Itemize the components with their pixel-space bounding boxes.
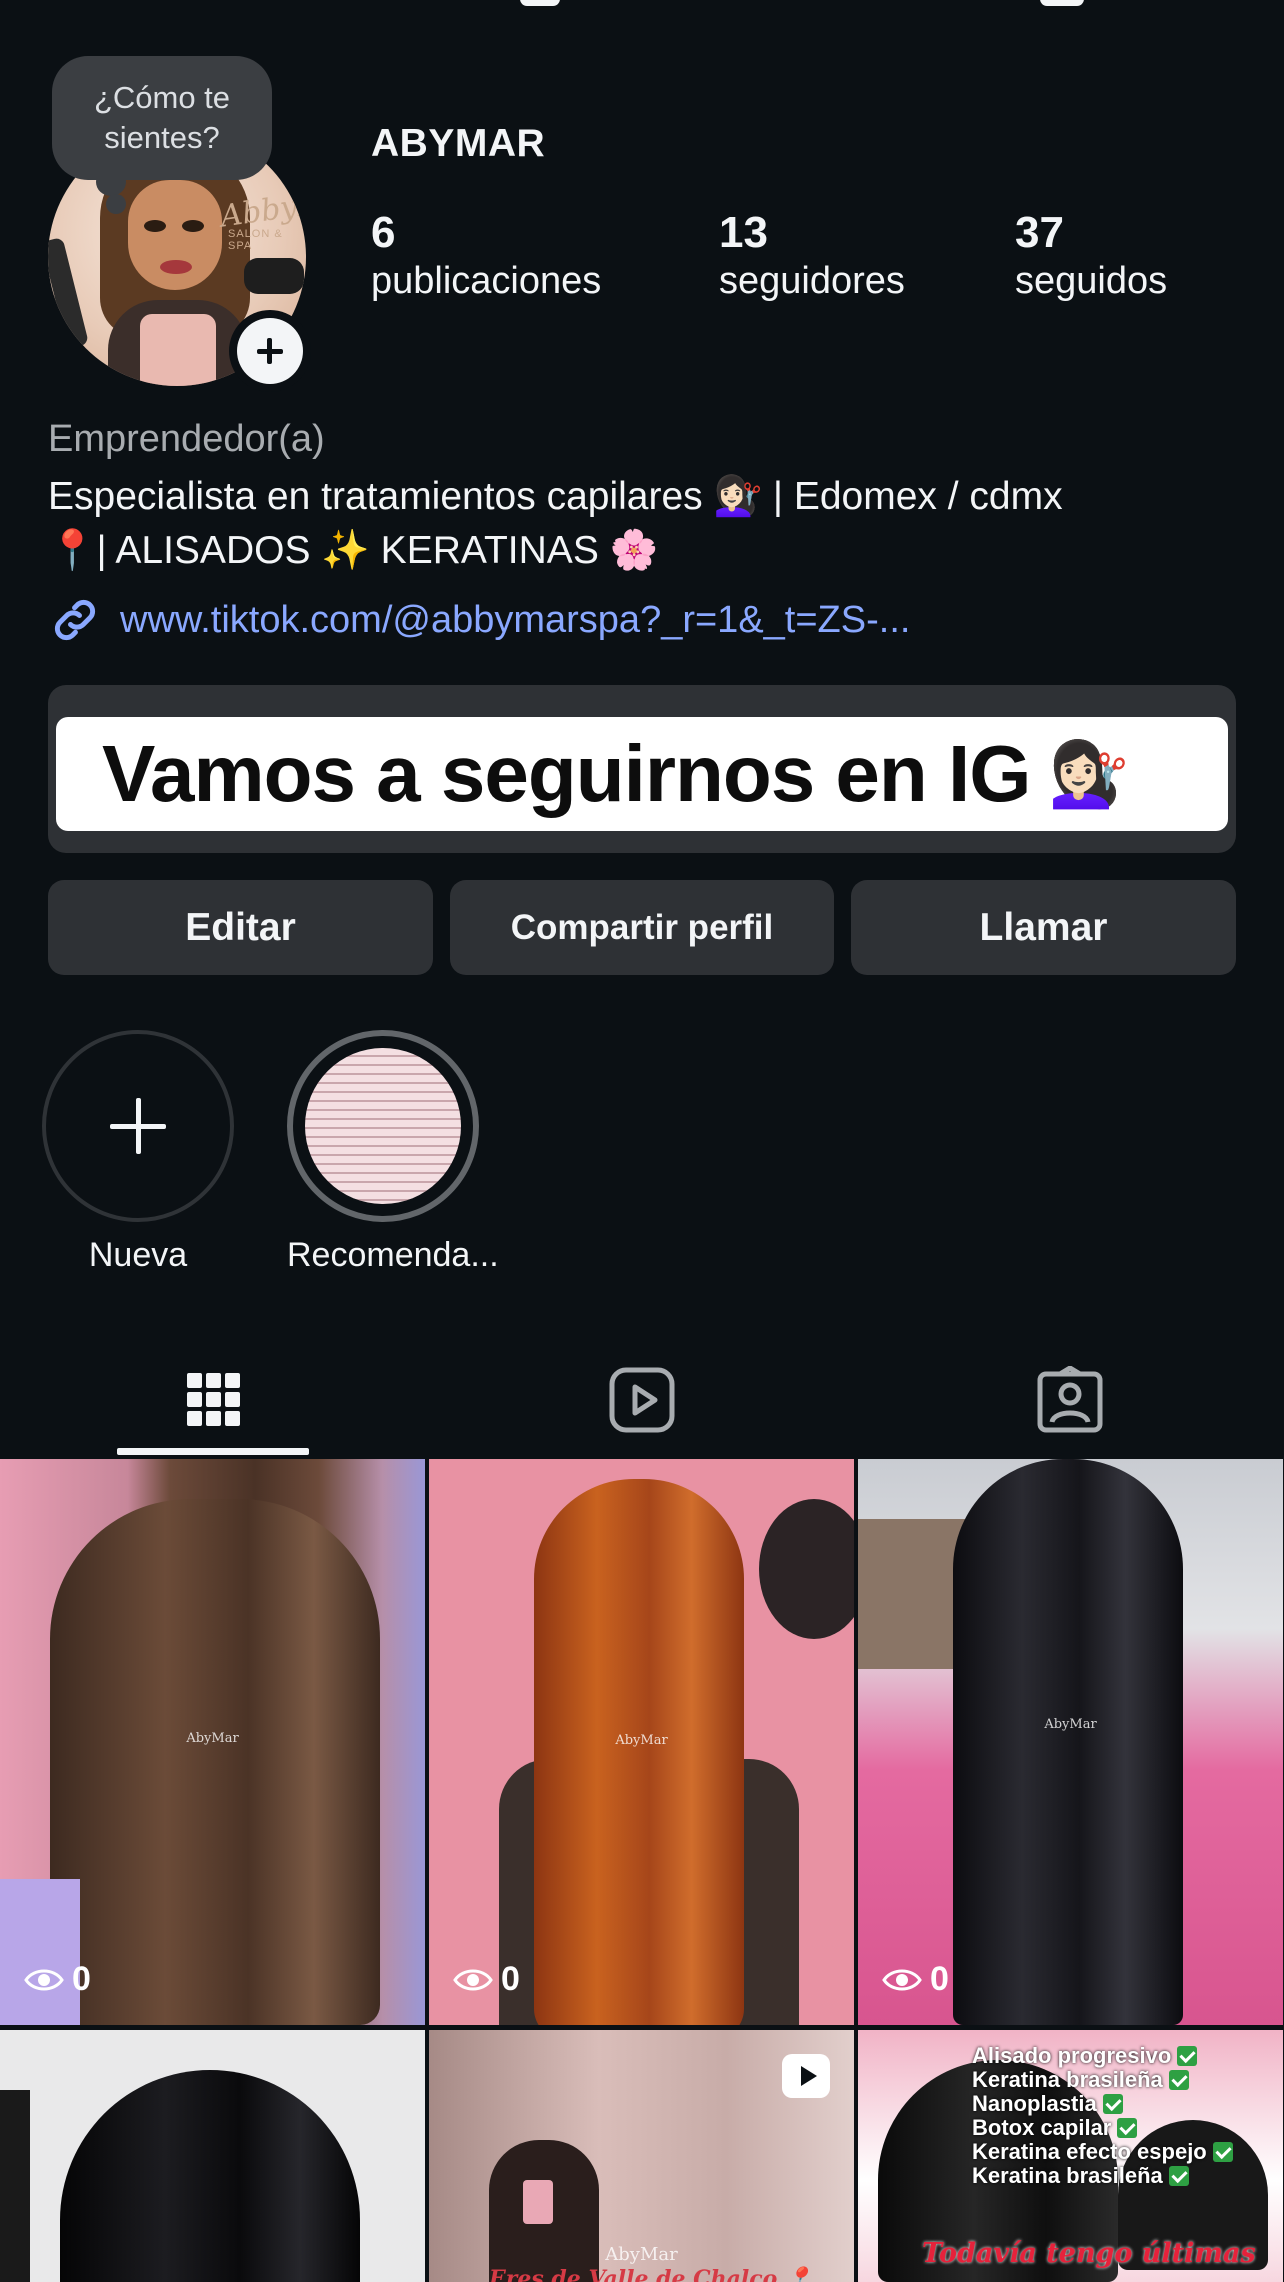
- stat-followers-value: 13: [719, 208, 768, 257]
- post-3[interactable]: AbyMar 0: [858, 1459, 1283, 2025]
- post-views-count: 0: [501, 1960, 520, 1998]
- active-tab-indicator: [117, 1448, 309, 1455]
- link-icon: [54, 599, 96, 641]
- post-5[interactable]: AbyMar Eres de Valle de Chalco 📍: [429, 2030, 854, 2282]
- plus-icon: [42, 1030, 234, 1222]
- stat-posts-label: publicaciones: [371, 260, 602, 302]
- post-shirt: [0, 1879, 80, 2025]
- highlight-label: Recomenda...: [287, 1236, 499, 1274]
- views-icon: [453, 1969, 493, 1990]
- post-watermark: AbyMar: [615, 1733, 668, 1748]
- post-watermark: AbyMar: [605, 2244, 678, 2265]
- plus-icon: [237, 318, 303, 384]
- stat-followers-label: seguidores: [719, 260, 905, 302]
- banner-text: Vamos a seguirnos en IG: [102, 729, 1031, 818]
- post-views: 0: [453, 1960, 520, 1999]
- post-4[interactable]: [0, 2030, 425, 2282]
- tab-tagged[interactable]: [856, 1345, 1284, 1455]
- highlight-recommendations[interactable]: Recomenda...: [287, 1030, 499, 1275]
- post-hair-image: [953, 1459, 1183, 2025]
- note-bubble-tail-dot: [106, 194, 126, 214]
- post-watermark: AbyMar: [186, 1731, 239, 1746]
- post-hair-image: [534, 1479, 744, 2025]
- avatar-apron: [140, 314, 216, 386]
- profile-tabs: [0, 1345, 1284, 1455]
- check-icon: [1177, 2046, 1198, 2066]
- link-text[interactable]: www.tiktok.com/@abbymarspa?_r=1&_t=ZS-..…: [120, 599, 910, 642]
- post-views-count: 0: [72, 1960, 91, 1998]
- checklist-item: Botox capilar: [972, 2116, 1233, 2140]
- checklist-item: Keratina efecto espejo: [972, 2140, 1233, 2164]
- check-icon: [1212, 2142, 1233, 2162]
- bio-line-1: Especialista en tratamientos capilares 💇…: [48, 475, 1063, 518]
- post-mirror: [759, 1499, 854, 1639]
- banner-emoji: 💇🏻‍♀️: [1048, 737, 1129, 812]
- post-views: 0: [882, 1960, 949, 1999]
- status-bar-remnant: [0, 0, 1284, 20]
- post-checklist: Alisado progresivo Keratina brasileña Na…: [972, 2044, 1233, 2188]
- post-caption: Eres de Valle de Chalco 📍: [489, 2266, 813, 2282]
- tab-posts-grid[interactable]: [0, 1345, 428, 1455]
- highlight-label: Nueva: [88, 1236, 188, 1274]
- post-2[interactable]: AbyMar 0: [429, 1459, 854, 2025]
- check-icon: [1168, 2166, 1189, 2186]
- checklist-item: Alisado progresivo: [972, 2044, 1233, 2068]
- bio-line-2: 📍| ALISADOS ✨ KERATINAS 🌸: [48, 529, 659, 572]
- highlight-cover: [287, 1030, 479, 1222]
- tab-reels[interactable]: [428, 1345, 856, 1455]
- add-story-button[interactable]: [229, 310, 311, 392]
- views-icon: [882, 1969, 922, 1990]
- profile-category: Emprendedor(a): [48, 418, 325, 460]
- check-icon: [1168, 2070, 1189, 2090]
- reels-icon: [609, 1367, 675, 1433]
- profile-username: ABYMAR: [371, 122, 546, 165]
- post-hair-image: [50, 1499, 380, 2025]
- call-button[interactable]: Llamar: [851, 880, 1236, 975]
- edit-profile-button[interactable]: Editar: [48, 880, 433, 975]
- post-6[interactable]: Alisado progresivo Keratina brasileña Na…: [858, 2030, 1283, 2282]
- avatar-hair-dryer: [244, 258, 304, 294]
- avatar-eye-right: [182, 220, 204, 232]
- post-hair-image: [60, 2070, 360, 2282]
- post-1[interactable]: AbyMar 0: [0, 1459, 425, 2025]
- highlight-new[interactable]: Nueva: [42, 1030, 234, 1275]
- check-icon: [1102, 2094, 1123, 2114]
- profile-bio: Especialista en tratamientos capilares 💇…: [48, 470, 1248, 578]
- profile-link[interactable]: www.tiktok.com/@abbymarspa?_r=1&_t=ZS-..…: [48, 590, 910, 650]
- checklist-item: Keratina brasileña: [972, 2068, 1233, 2092]
- share-profile-button[interactable]: Compartir perfil: [450, 880, 834, 975]
- banner-inner: Vamos a seguirnos en IG 💇🏻‍♀️: [56, 717, 1228, 831]
- post-phone: [523, 2180, 553, 2224]
- post-edge: [0, 2090, 30, 2282]
- post-watermark: AbyMar: [1044, 1717, 1097, 1732]
- reel-icon: [782, 2054, 830, 2098]
- stat-posts[interactable]: 6 publicaciones: [371, 208, 601, 304]
- stat-following[interactable]: 37 seguidos: [1015, 208, 1167, 304]
- profile-banner[interactable]: Vamos a seguirnos en IG 💇🏻‍♀️: [48, 685, 1236, 853]
- post-shelf: [858, 1519, 968, 1669]
- post-views-count: 0: [930, 1960, 949, 1998]
- avatar-flat-iron: [48, 236, 89, 350]
- check-icon: [1117, 2118, 1138, 2138]
- note-bubble[interactable]: ¿Cómo te sientes?: [52, 56, 272, 180]
- stat-following-label: seguidos: [1015, 260, 1168, 302]
- checklist-item: Keratina brasileña: [972, 2164, 1233, 2188]
- tagged-icon: [1037, 1366, 1103, 1433]
- avatar-eye-left: [144, 220, 166, 232]
- stat-posts-value: 6: [371, 208, 396, 257]
- views-icon: [24, 1969, 64, 1990]
- post-views: 0: [24, 1960, 91, 1999]
- stat-followers[interactable]: 13 seguidores: [719, 208, 905, 304]
- stat-following-value: 37: [1015, 208, 1064, 257]
- post-promo-text: Todavía tengo últimas: [922, 2238, 1256, 2269]
- grid-icon: [187, 1373, 240, 1426]
- avatar-lips: [160, 260, 192, 274]
- highlight-cover-image: [305, 1048, 461, 1204]
- avatar-brand-sub: SALON & SPA: [228, 228, 283, 252]
- checklist-item: Nanoplastia: [972, 2092, 1233, 2116]
